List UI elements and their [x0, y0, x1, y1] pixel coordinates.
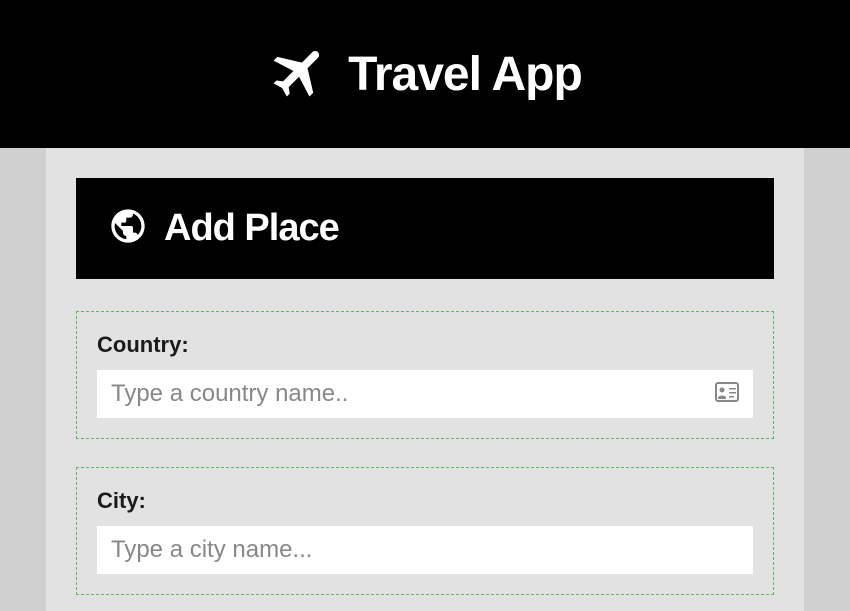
- city-input[interactable]: [111, 536, 739, 564]
- id-card-icon: [715, 382, 739, 407]
- country-label: Country:: [97, 332, 753, 358]
- city-input-wrapper: [97, 526, 753, 574]
- app-header: Travel App: [0, 0, 850, 148]
- section-title: Add Place: [164, 207, 339, 250]
- section-header: Add Place: [76, 178, 774, 279]
- globe-icon: [108, 206, 148, 251]
- airplane-icon: [268, 40, 332, 109]
- country-input-wrapper: [97, 370, 753, 418]
- country-input[interactable]: [111, 380, 715, 408]
- city-form-group: City:: [76, 467, 774, 595]
- app-title: Travel App: [348, 47, 582, 102]
- content-inner: Add Place Country: City:: [46, 148, 804, 611]
- country-form-group: Country:: [76, 311, 774, 439]
- city-label: City:: [97, 488, 753, 514]
- content-wrapper: Add Place Country: City:: [46, 148, 804, 611]
